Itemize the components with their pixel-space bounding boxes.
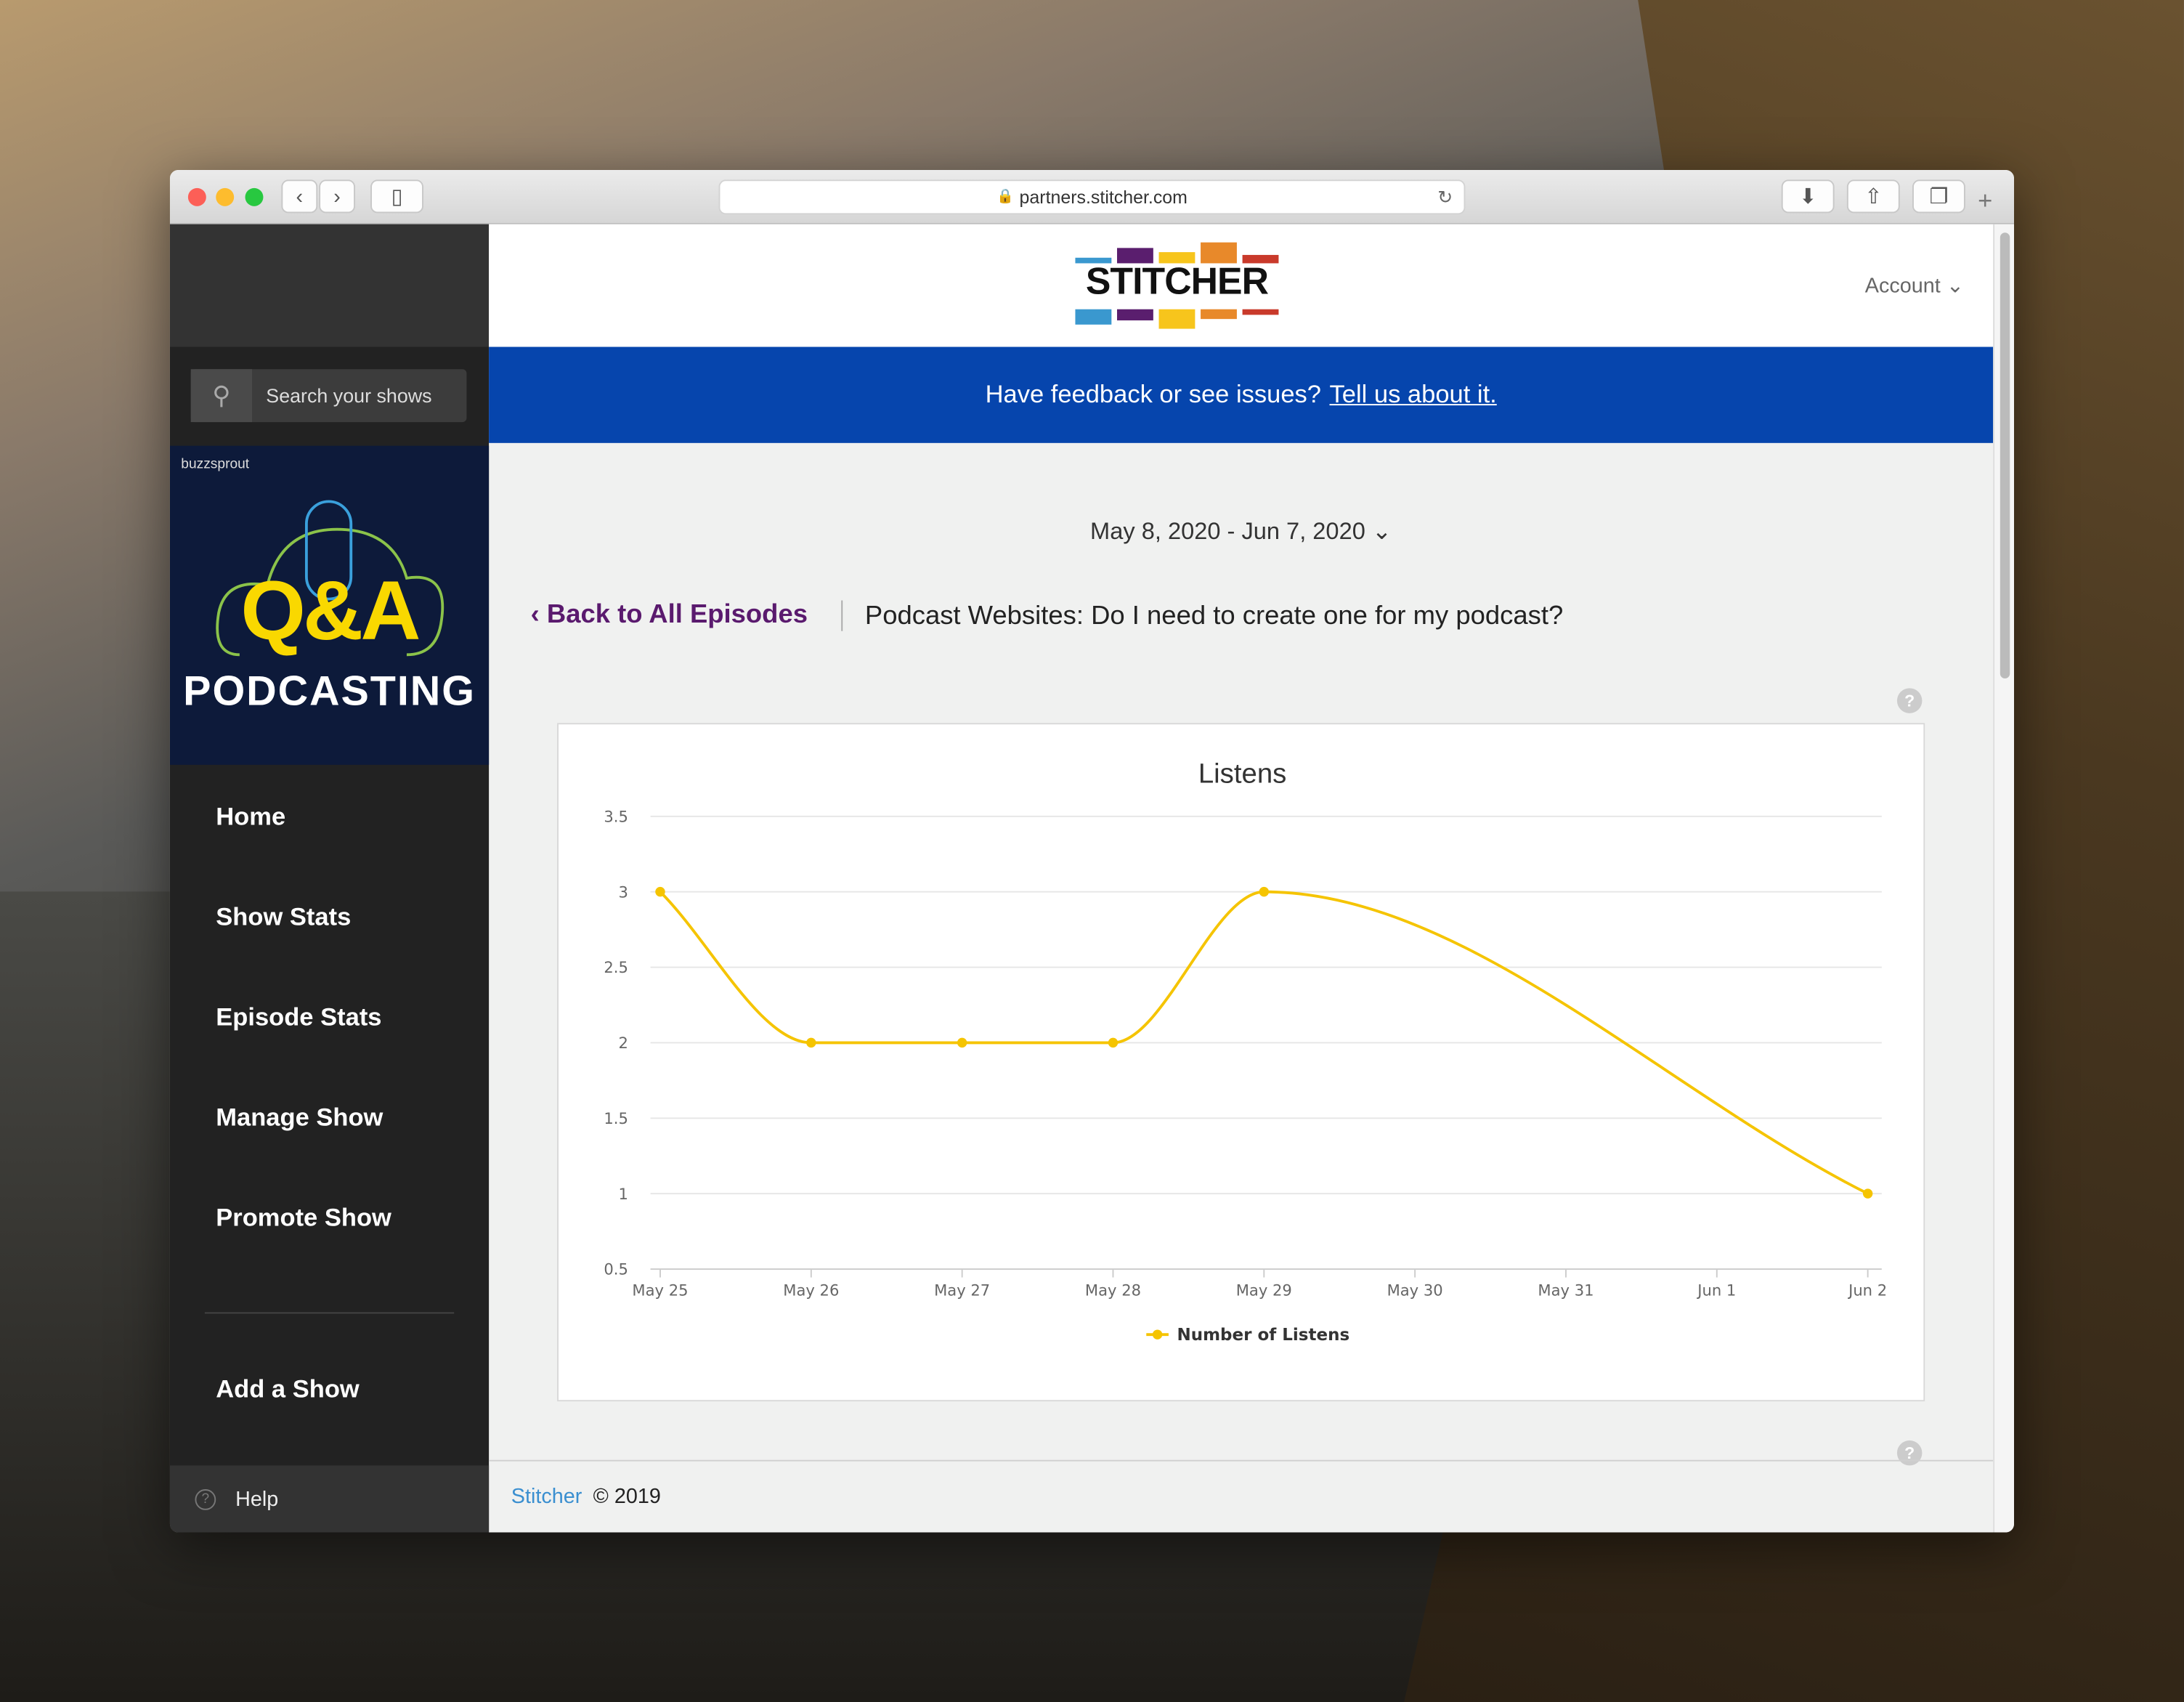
share-icon[interactable]: ⇧ xyxy=(1846,179,1900,214)
artwork-title-letters: Q&A xyxy=(240,564,421,658)
sidebar-item-add-a-show[interactable]: Add a Show xyxy=(216,1375,360,1404)
chevron-left-icon: ‹ xyxy=(530,600,547,630)
podcast-artwork: buzzsprout Q&A PODCASTING xyxy=(169,445,490,765)
zoom-window-button[interactable] xyxy=(245,187,264,206)
forward-icon[interactable]: › xyxy=(319,179,356,214)
date-range-label: May 8, 2020 - Jun 7, 2020 xyxy=(1090,518,1365,545)
footer-copyright: © 2019 xyxy=(593,1485,661,1509)
artwork-title: PODCASTING xyxy=(183,668,476,715)
sidebar-toggle-icon[interactable]: ▯ xyxy=(370,179,423,214)
sidebar-divider xyxy=(204,1312,455,1314)
y-tick-label: 3.5 xyxy=(604,807,628,825)
header: STITCHER Account ⌄ xyxy=(489,224,1994,347)
search-input[interactable]: ⚲ Search your shows xyxy=(190,369,467,423)
main-content: STITCHER Account ⌄ Have feedback or see … xyxy=(489,224,1994,1533)
scrollbar-thumb[interactable] xyxy=(2000,232,2010,678)
back-to-episodes-link[interactable]: ‹ Back to All Episodes xyxy=(531,601,808,631)
y-tick-label: 3 xyxy=(618,883,628,901)
sidebar-item-home[interactable]: Home xyxy=(216,803,285,832)
footer: Stitcher © 2019 xyxy=(489,1459,1994,1533)
data-point xyxy=(806,1037,816,1048)
data-point xyxy=(1259,886,1270,897)
banner-text: Have feedback or see issues? xyxy=(985,380,1321,408)
x-tick-label: May 29 xyxy=(1236,1281,1292,1299)
data-point xyxy=(1108,1037,1119,1048)
reload-icon[interactable]: ↻ xyxy=(1437,186,1453,208)
data-point xyxy=(655,886,665,897)
legend-marker xyxy=(1152,1329,1163,1340)
search-icon: ⚲ xyxy=(190,369,253,423)
episode-title: Podcast Websites: Do I need to create on… xyxy=(864,601,1564,631)
sidebar: ⚲ Search your shows buzzsprout Q&A PODCA… xyxy=(169,224,490,1533)
search-placeholder: Search your shows xyxy=(266,384,432,407)
sidebar-item-promote-show[interactable]: Promote Show xyxy=(216,1204,391,1233)
address-bar[interactable]: 🔒 partners.stitcher.com ↻ xyxy=(718,179,1466,215)
help-icon[interactable]: ? xyxy=(1896,688,1923,713)
footer-stitcher-link[interactable]: Stitcher xyxy=(511,1485,582,1509)
help-link[interactable]: ? Help xyxy=(169,1465,490,1533)
close-window-button[interactable] xyxy=(187,187,206,206)
y-tick-label: 0.5 xyxy=(604,1260,628,1278)
x-tick-label: May 28 xyxy=(1085,1281,1141,1299)
chevron-down-icon: ⌄ xyxy=(1371,518,1392,545)
browser-window: ‹ › ▯ 🔒 partners.stitcher.com ↻ ⬇ ⇧ ❐ + ⚲ … xyxy=(169,169,2014,1533)
back-link-label: Back to All Episodes xyxy=(546,600,808,630)
chart-title: Listens xyxy=(1198,758,1287,790)
stitcher-logo[interactable]: STITCHER xyxy=(1075,242,1279,329)
listens-chart-card: Listens 0.5 1 1.5 2 2.5 3 3.5 May 25 May 26 May 2… xyxy=(557,723,1925,1402)
x-tick-label: May 27 xyxy=(934,1281,990,1299)
sidebar-item-manage-show[interactable]: Manage Show xyxy=(216,1103,383,1132)
downloads-icon[interactable]: ⬇ xyxy=(1781,179,1835,214)
url-text: partners.stitcher.com xyxy=(1019,186,1188,208)
sidebar-item-show-stats[interactable]: Show Stats xyxy=(216,903,351,932)
y-tick-label: 1.5 xyxy=(604,1109,628,1127)
sidebar-item-episode-stats[interactable]: Episode Stats xyxy=(216,1003,381,1032)
new-tab-icon[interactable]: + xyxy=(1978,187,1992,216)
account-menu[interactable]: Account ⌄ xyxy=(1865,273,1964,299)
back-icon[interactable]: ‹ xyxy=(281,179,318,214)
x-tick-label: May 26 xyxy=(783,1281,839,1299)
x-tick-label: May 30 xyxy=(1387,1281,1443,1299)
title-divider xyxy=(841,600,843,631)
y-tick-label: 2 xyxy=(618,1034,628,1052)
legend-label: Number of Listens xyxy=(1177,1326,1349,1345)
x-tick-label: May 25 xyxy=(632,1281,688,1299)
help-label: Help xyxy=(235,1487,279,1511)
logo-text: STITCHER xyxy=(1085,260,1269,303)
listens-chart: Listens 0.5 1 1.5 2 2.5 3 3.5 May 25 May 26 May 2… xyxy=(604,758,1887,1345)
y-tick-label: 1 xyxy=(618,1185,628,1203)
scrollbar[interactable] xyxy=(1993,224,2014,1533)
minimize-window-button[interactable] xyxy=(216,187,235,206)
help-icon: ? xyxy=(195,1488,216,1509)
feedback-link[interactable]: Tell us about it. xyxy=(1330,381,1497,410)
data-point xyxy=(1862,1188,1873,1199)
x-tick-label: Jun 1 xyxy=(1696,1281,1736,1299)
y-tick-label: 2.5 xyxy=(604,958,628,976)
browser-toolbar: ‹ › ▯ 🔒 partners.stitcher.com ↻ ⬇ ⇧ ❐ + xyxy=(169,169,2014,224)
data-point xyxy=(957,1037,967,1048)
account-label: Account xyxy=(1864,274,1941,299)
lock-icon: 🔒 xyxy=(996,189,1014,205)
x-tick-label: Jun 2 xyxy=(1847,1281,1887,1299)
feedback-banner: Have feedback or see issues? Tell us abo… xyxy=(489,347,1994,443)
chevron-down-icon: ⌄ xyxy=(1946,274,1964,299)
date-range-picker[interactable]: May 8, 2020 - Jun 7, 2020 ⌄ xyxy=(489,518,1993,546)
tabs-icon[interactable]: ❐ xyxy=(1912,179,1965,214)
x-tick-label: May 31 xyxy=(1538,1281,1594,1299)
